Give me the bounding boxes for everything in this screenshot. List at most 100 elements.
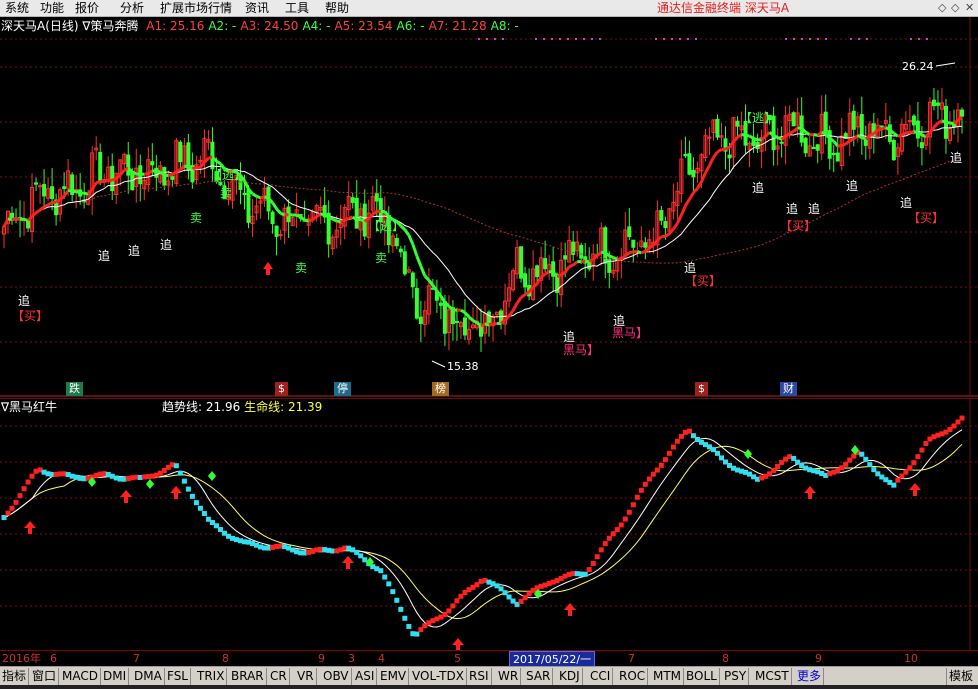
tab-window[interactable]: 窗口 (30, 668, 60, 685)
tab-roc[interactable]: ROC (617, 668, 649, 685)
tab-cr[interactable]: CR (268, 668, 290, 685)
signal-dot (591, 38, 593, 40)
tab-mcst[interactable]: MCST (753, 668, 792, 685)
event-badge[interactable]: 停 (334, 382, 351, 396)
signal-label: 黑马】 (612, 326, 648, 340)
date-tick: 5 (454, 652, 461, 665)
signal-dot (575, 38, 577, 40)
tab-trix[interactable]: TRIX (195, 668, 228, 685)
buy-arrow-icon (909, 483, 921, 496)
trend-band-segment (332, 217, 338, 223)
event-badge[interactable]: 榜 (432, 382, 449, 396)
tab-obv[interactable]: OBV (321, 668, 352, 685)
tab-sar[interactable]: SAR (524, 668, 554, 685)
tab-indicator[interactable]: 指标 (0, 668, 30, 685)
tab-template[interactable]: 模板 (946, 668, 975, 685)
trend-band-segment (196, 165, 201, 170)
indicator-block (590, 560, 596, 566)
tab-dmi[interactable]: DMI (101, 668, 130, 685)
close-icon[interactable]: ✕ (965, 1, 974, 15)
trend-band-segment (484, 322, 490, 327)
tab-vr[interactable]: VR (295, 668, 317, 685)
trend-band-segment (191, 166, 197, 171)
menu-function[interactable]: 功能 (40, 0, 64, 16)
tab-brar[interactable]: BRAR (229, 668, 267, 685)
event-badge[interactable]: $ (695, 382, 708, 396)
indicator-block (658, 462, 664, 468)
tab-rsi[interactable]: RSI (467, 668, 492, 685)
period-label: (日线) (45, 19, 79, 33)
trend-label: 趋势线: (162, 400, 203, 414)
candle-body (683, 153, 688, 157)
tab-asi[interactable]: ASI (353, 668, 378, 685)
candle-body (150, 161, 155, 166)
minimize-icon[interactable]: ◇ (938, 1, 946, 15)
date-axis: 2016年 6 7 8 9 3 4 5 7 8 9 10 2017/05/22/… (0, 650, 978, 668)
menu-tools[interactable]: 工具 (285, 0, 309, 16)
trend-band-segment (447, 305, 454, 311)
trend-band-segment (648, 243, 655, 250)
trend-band-segment (656, 235, 663, 242)
indicator-block (598, 547, 604, 553)
signal-dot (502, 38, 504, 40)
candlestick-chart[interactable]: 追【买】追追追【逃】卖卖卖【逃】卖追黑马】追黑马】追【买】【逃】追追 追【买】追追… (0, 17, 978, 397)
menu-analysis[interactable]: 分析 (120, 0, 144, 16)
tab-vol-tdx[interactable]: VOL-TDX (410, 668, 467, 685)
candle-body (935, 102, 940, 106)
trend-band-segment (608, 254, 614, 259)
tab-boll[interactable]: BOLL (684, 668, 720, 685)
restore-icon[interactable]: ◇ (951, 1, 959, 15)
tab-more[interactable]: 更多 (795, 668, 825, 685)
trend-band-segment (371, 210, 378, 216)
event-badge[interactable]: 跌 (66, 382, 83, 396)
menu-news[interactable]: 资讯 (245, 0, 269, 16)
trend-band-segment (463, 311, 471, 318)
indicator-block (714, 450, 720, 456)
candle-body (579, 244, 584, 259)
trend-line (3, 429, 963, 628)
trend-band-segment (199, 161, 206, 168)
trend-band-segment (877, 127, 883, 132)
menu-extended-market[interactable]: 扩展市场行情 (160, 0, 232, 16)
signal-label: 追 (752, 180, 764, 195)
indicator-name[interactable]: ∇策马奔腾 (82, 19, 138, 33)
indicator-block (177, 470, 183, 476)
trend-band-segment (563, 265, 571, 273)
trend-band-segment (849, 137, 855, 143)
ma-value: A3: 24.50 (240, 19, 299, 33)
trend-band-segment (580, 259, 586, 264)
menu-help[interactable]: 帮助 (325, 0, 349, 16)
tab-dma[interactable]: DMA (132, 668, 165, 685)
tab-psy[interactable]: PSY (722, 668, 750, 685)
trend-band-segment (636, 250, 642, 255)
event-badge[interactable]: 财 (780, 382, 797, 396)
candle-body (960, 109, 964, 117)
tab-mtm[interactable]: MTM (651, 668, 685, 685)
tab-cci[interactable]: CCI (588, 668, 614, 685)
trend-band-segment (255, 194, 262, 200)
tab-fsl[interactable]: FSL (165, 668, 191, 685)
trend-band-segment (624, 251, 631, 258)
trend-band-segment (724, 146, 731, 151)
candle-body (218, 181, 223, 186)
signal-label: 追 (684, 260, 696, 275)
menu-quote[interactable]: 报价 (75, 0, 99, 16)
trend-band-segment (79, 191, 85, 195)
indicator-chart[interactable] (0, 398, 978, 650)
indicator-block (193, 500, 199, 506)
tab-kdj[interactable]: KDJ (557, 668, 583, 685)
trend-band-segment (913, 130, 919, 135)
main-chart-panel[interactable]: 追【买】追追追【逃】卖卖卖【逃】卖追黑马】追黑马】追【买】 【逃】追追追【买】追追… (0, 17, 978, 397)
indicator-block (189, 493, 195, 499)
trend-band-segment (115, 173, 122, 180)
trend-band-segment (403, 228, 411, 237)
event-badge[interactable]: $ (275, 382, 288, 396)
signal-label: 追 (128, 243, 140, 258)
indicator-panel[interactable]: ∇黑马红牛 趋势线: 21.96 生命线: 21.39 (0, 398, 978, 650)
tab-wr[interactable]: WR (496, 668, 522, 685)
indicator-header-name[interactable]: ∇黑马红牛 (1, 400, 57, 415)
tab-macd[interactable]: MACD (60, 668, 101, 685)
tab-emv[interactable]: EMV (378, 668, 410, 685)
date-tick: 3 (348, 652, 355, 665)
menu-system[interactable]: 系统 (5, 0, 29, 16)
